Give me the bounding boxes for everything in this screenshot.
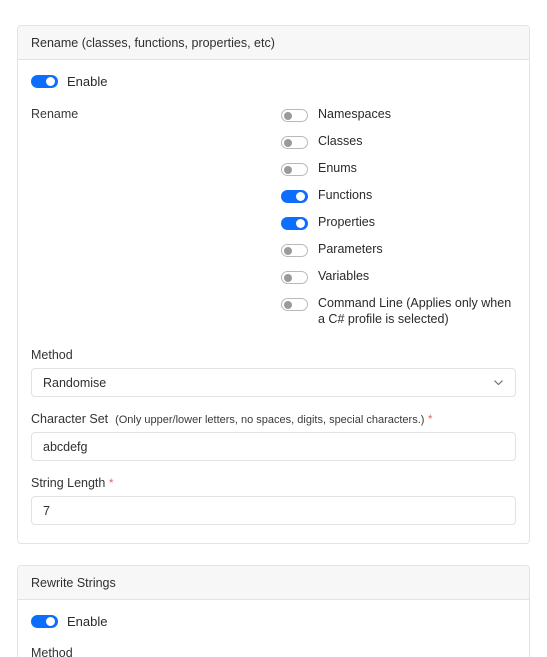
- rewrite-enable-row[interactable]: Enable: [31, 614, 516, 629]
- toggle-label-parameters: Parameters: [318, 242, 383, 256]
- toggle-wrap: [281, 214, 308, 235]
- string-length-field: String Length *: [31, 476, 516, 525]
- toggle-row-namespaces[interactable]: Namespaces: [281, 106, 516, 127]
- chevron-down-icon: [493, 377, 504, 388]
- toggle-label-properties: Properties: [318, 215, 375, 229]
- rename-card-body: Enable Rename Namespaces Classes Enums F…: [18, 60, 529, 543]
- rename-method-field: Method Randomise: [31, 348, 516, 397]
- toggle-row-variables[interactable]: Variables: [281, 268, 516, 289]
- toggle-row-parameters[interactable]: Parameters: [281, 241, 516, 262]
- rename-toggle-list: Namespaces Classes Enums Functions Prope…: [281, 106, 516, 333]
- functions-toggle[interactable]: [281, 190, 308, 203]
- rename-enable-label: Enable: [67, 74, 108, 89]
- charset-label-text: Character Set: [31, 412, 109, 426]
- settings-page: Rename (classes, functions, properties, …: [0, 0, 547, 657]
- toggle-row-properties[interactable]: Properties: [281, 214, 516, 235]
- rename-enable-toggle[interactable]: [31, 75, 58, 88]
- toggle-row-functions[interactable]: Functions: [281, 187, 516, 208]
- toggle-label-command-line: Command Line (Applies only when a C# pro…: [318, 296, 512, 326]
- rewrite-strings-card: Rewrite Strings Enable Method XOR Encryp…: [17, 565, 530, 657]
- toggle-row-enums[interactable]: Enums: [281, 160, 516, 181]
- toggle-label-namespaces: Namespaces: [318, 107, 391, 121]
- charset-hint: (Only upper/lower letters, no spaces, di…: [115, 414, 425, 426]
- string-length-required-asterisk: *: [108, 476, 114, 490]
- rewrite-method-field: Method XOR Encryption (each string has i…: [31, 646, 516, 657]
- charset-input[interactable]: [31, 432, 516, 461]
- toggle-knob-icon: [284, 165, 292, 174]
- rewrite-enable-toggle[interactable]: [31, 615, 58, 628]
- rename-card: Rename (classes, functions, properties, …: [17, 25, 530, 544]
- rewrite-strings-card-title: Rewrite Strings: [18, 566, 529, 600]
- rename-card-title: Rename (classes, functions, properties, …: [18, 26, 529, 60]
- toggle-knob-icon: [284, 246, 292, 255]
- toggle-wrap: [281, 106, 308, 127]
- toggle-wrap: [281, 268, 308, 289]
- rename-enable-row[interactable]: Enable: [31, 74, 516, 89]
- toggle-wrap: [281, 295, 308, 316]
- toggle-row-classes[interactable]: Classes: [281, 133, 516, 154]
- toggle-knob-icon: [284, 300, 292, 309]
- toggle-wrap: [281, 241, 308, 262]
- namespaces-toggle[interactable]: [281, 109, 308, 122]
- toggle-label-enums: Enums: [318, 161, 357, 175]
- command-line-toggle[interactable]: [281, 298, 308, 311]
- rewrite-strings-card-body: Enable Method XOR Encryption (each strin…: [18, 600, 529, 657]
- rewrite-method-label: Method: [31, 646, 73, 657]
- toggle-knob-icon: [284, 111, 292, 120]
- string-length-label-text: String Length: [31, 476, 106, 490]
- toggle-label-variables: Variables: [318, 269, 370, 283]
- enums-toggle[interactable]: [281, 163, 308, 176]
- charset-label: Character Set (Only upper/lower letters,…: [31, 412, 516, 426]
- variables-toggle[interactable]: [281, 271, 308, 284]
- toggle-knob-icon: [284, 273, 292, 282]
- toggle-wrap: [281, 160, 308, 181]
- charset-required-asterisk: *: [427, 412, 433, 426]
- toggle-wrap: [281, 133, 308, 154]
- rename-method-label: Method: [31, 348, 73, 362]
- parameters-toggle[interactable]: [281, 244, 308, 257]
- rename-options-grid: Rename Namespaces Classes Enums Function…: [31, 106, 516, 333]
- classes-toggle[interactable]: [281, 136, 308, 149]
- toggle-knob-icon: [284, 138, 292, 147]
- rename-method-select[interactable]: Randomise: [31, 368, 516, 397]
- toggle-knob-icon: [296, 192, 305, 201]
- toggle-knob-icon: [46, 77, 55, 86]
- rename-section-label: Rename: [31, 107, 79, 121]
- toggle-row-command-line[interactable]: Command Line (Applies only when a C# pro…: [281, 295, 516, 327]
- rename-method-value: Randomise: [43, 375, 107, 390]
- properties-toggle[interactable]: [281, 217, 308, 230]
- toggle-knob-icon: [296, 219, 305, 228]
- string-length-input[interactable]: [31, 496, 516, 525]
- rewrite-enable-label: Enable: [67, 614, 108, 629]
- toggle-wrap: [281, 187, 308, 208]
- string-length-label: String Length *: [31, 476, 516, 490]
- toggle-label-functions: Functions: [318, 188, 373, 202]
- toggle-label-classes: Classes: [318, 134, 363, 148]
- toggle-knob-icon: [46, 617, 55, 626]
- charset-field: Character Set (Only upper/lower letters,…: [31, 412, 516, 461]
